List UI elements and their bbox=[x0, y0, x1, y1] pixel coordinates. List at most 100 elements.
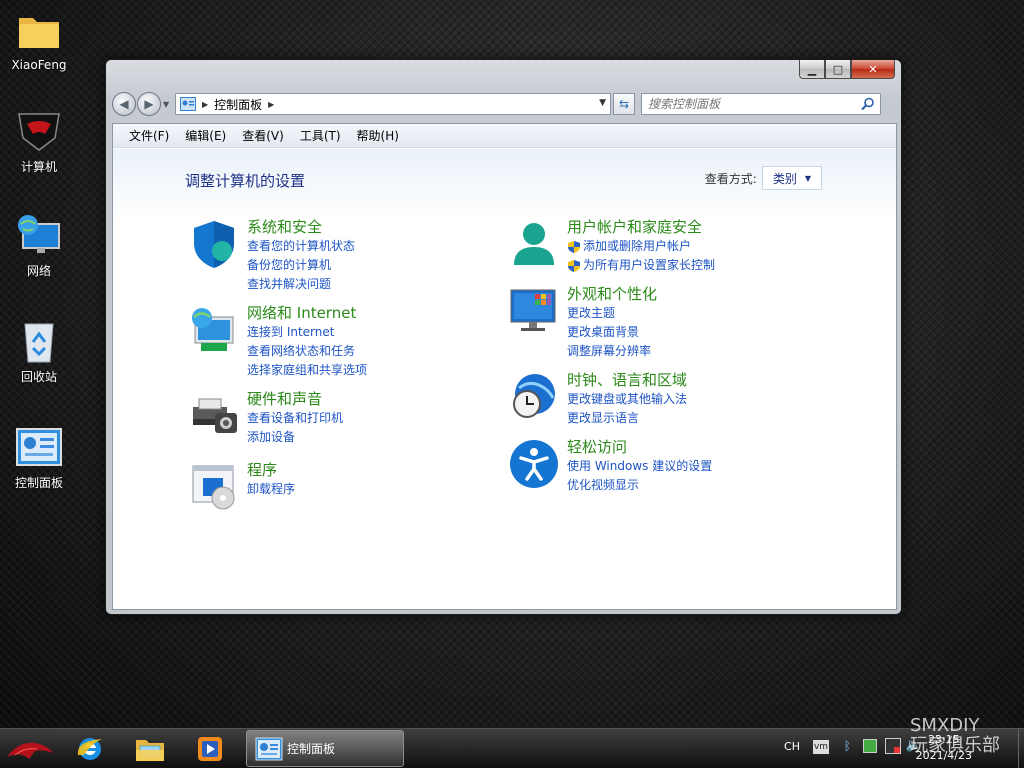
caption-buttons: ▁ □ ✕ bbox=[799, 60, 895, 79]
category-link[interactable]: 更改主题 bbox=[567, 304, 657, 323]
category-system-security: 系统和安全 查看您的计算机状态 备份您的计算机 查找并解决问题 bbox=[187, 217, 355, 294]
menu-view[interactable]: 查看(V) bbox=[242, 127, 284, 144]
category-link[interactable]: 添加或删除用户帐户 bbox=[567, 237, 715, 256]
view-by-control: 查看方式: 类别 ▼ bbox=[705, 166, 822, 190]
maximize-icon: □ bbox=[832, 62, 844, 76]
category-link[interactable]: 连接到 Internet bbox=[247, 323, 367, 342]
category-link[interactable]: 添加设备 bbox=[247, 428, 343, 447]
watermark-line2: 玩家俱乐部 bbox=[910, 735, 1000, 756]
category-link[interactable]: 使用 Windows 建议的设置 bbox=[567, 457, 712, 476]
menu-edit[interactable]: 编辑(E) bbox=[185, 127, 226, 144]
desktop-icon-computer[interactable]: 计算机 bbox=[4, 108, 74, 175]
category-title[interactable]: 时钟、语言和区域 bbox=[567, 370, 687, 390]
category-link[interactable]: 查看您的计算机状态 bbox=[247, 237, 355, 256]
breadcrumb-control-panel[interactable]: 控制面板 bbox=[214, 96, 262, 113]
security-center-icon[interactable] bbox=[863, 739, 877, 753]
category-link[interactable]: 调整屏幕分辨率 bbox=[567, 342, 657, 361]
desktop-icon-user-folder[interactable]: XiaoFeng bbox=[4, 8, 74, 72]
watermark: SMXDIY 玩家俱乐部 bbox=[910, 716, 1000, 756]
category-link[interactable]: 优化视频显示 bbox=[567, 476, 712, 495]
taskbar-control-panel-window[interactable]: 控制面板 bbox=[246, 730, 404, 767]
bluetooth-icon[interactable]: ᛒ bbox=[844, 739, 851, 753]
accessibility-icon[interactable] bbox=[507, 437, 561, 491]
refresh-button[interactable]: ⇆ bbox=[613, 93, 635, 115]
category-title[interactable]: 硬件和声音 bbox=[247, 389, 343, 409]
desktop-icon-network[interactable]: 网络 bbox=[4, 212, 74, 279]
category-link[interactable]: 为所有用户设置家长控制 bbox=[567, 256, 715, 275]
recent-pages-dropdown[interactable]: ▼ bbox=[163, 100, 173, 109]
internet-explorer-icon bbox=[77, 738, 102, 760]
category-title[interactable]: 程序 bbox=[247, 460, 295, 480]
back-button[interactable]: ◀ bbox=[112, 92, 136, 116]
minimize-button[interactable]: ▁ bbox=[799, 60, 825, 79]
category-link[interactable]: 更改键盘或其他输入法 bbox=[567, 390, 687, 409]
view-by-label: 查看方式: bbox=[704, 171, 757, 186]
back-arrow-icon: ◀ bbox=[119, 97, 129, 111]
category-link-text: 为所有用户设置家长控制 bbox=[583, 258, 716, 272]
control-panel-icon bbox=[15, 424, 63, 470]
taskbar-explorer[interactable] bbox=[128, 731, 172, 767]
vmware-tools-icon[interactable]: vm bbox=[813, 740, 829, 754]
breadcrumb-separator-icon[interactable]: ▶ bbox=[202, 100, 208, 109]
breadcrumb-separator-icon[interactable]: ▶ bbox=[268, 100, 274, 109]
search-icon[interactable] bbox=[861, 97, 875, 111]
menu-tools[interactable]: 工具(T) bbox=[300, 127, 341, 144]
network-status-icon[interactable] bbox=[885, 738, 901, 754]
desktop-icon-recycle-bin[interactable]: 回收站 bbox=[4, 318, 74, 385]
category-link[interactable]: 卸载程序 bbox=[247, 480, 295, 499]
user-icon[interactable] bbox=[507, 217, 561, 271]
menu-file[interactable]: 文件(F) bbox=[129, 127, 169, 144]
category-title[interactable]: 轻松访问 bbox=[567, 437, 712, 457]
start-button[interactable] bbox=[4, 731, 56, 767]
desktop-icon-label: 回收站 bbox=[20, 370, 57, 384]
clock-globe-icon[interactable] bbox=[507, 370, 561, 424]
view-by-dropdown[interactable]: 类别 ▼ bbox=[761, 166, 822, 190]
address-dropdown-icon[interactable]: ▼ bbox=[599, 98, 606, 108]
category-programs: 程序 卸载程序 bbox=[187, 460, 295, 514]
category-network-internet: 网络和 Internet 连接到 Internet 查看网络状态和任务 选择家庭… bbox=[187, 303, 367, 380]
page-title: 调整计算机的设置 bbox=[185, 172, 306, 190]
taskbar-ie[interactable] bbox=[68, 731, 112, 767]
shield-icon[interactable] bbox=[187, 217, 241, 271]
category-link[interactable]: 备份您的计算机 bbox=[247, 256, 355, 275]
control-panel-small-icon bbox=[180, 97, 196, 111]
menu-bar: 文件(F) 编辑(E) 查看(V) 工具(T) 帮助(H) bbox=[113, 124, 896, 148]
category-link[interactable]: 查看设备和打印机 bbox=[247, 409, 343, 428]
show-desktop-button[interactable] bbox=[1018, 729, 1024, 768]
monitor-palette-icon[interactable] bbox=[507, 284, 561, 338]
category-link[interactable]: 选择家庭组和共享选项 bbox=[247, 361, 367, 380]
forward-button[interactable]: ▶ bbox=[137, 92, 161, 116]
navigation-bar: ◀ ▶ ▼ ▶ 控制面板 ▶ ▼ ⇆ bbox=[112, 90, 895, 118]
taskbar-media-player[interactable] bbox=[188, 731, 232, 767]
uac-shield-icon bbox=[568, 240, 580, 253]
category-link[interactable]: 查看网络状态和任务 bbox=[247, 342, 367, 361]
category-link[interactable]: 更改显示语言 bbox=[567, 409, 687, 428]
category-title[interactable]: 外观和个性化 bbox=[567, 284, 657, 304]
category-link[interactable]: 查找并解决问题 bbox=[247, 275, 355, 294]
category-link[interactable]: 更改桌面背景 bbox=[567, 323, 657, 342]
control-panel-window: ▁ □ ✕ ◀ ▶ ▼ ▶ 控制面板 ▶ ▼ ⇆ 文件(F) 编辑(E) 查看(… bbox=[105, 59, 902, 615]
content-pane: 文件(F) 编辑(E) 查看(V) 工具(T) 帮助(H) 调整计算机的设置 查… bbox=[112, 123, 897, 610]
menu-help[interactable]: 帮助(H) bbox=[357, 127, 399, 144]
search-input[interactable] bbox=[648, 97, 858, 111]
address-bar[interactable]: ▶ 控制面板 ▶ ▼ bbox=[175, 93, 611, 115]
category-user-accounts: 用户帐户和家庭安全 添加或删除用户帐户 为所有用户设置家长控制 bbox=[507, 217, 715, 275]
network-icon bbox=[15, 212, 63, 258]
printer-icon[interactable] bbox=[187, 389, 241, 443]
category-link-text: 添加或删除用户帐户 bbox=[583, 239, 692, 253]
desktop-icon-control-panel[interactable]: 控制面板 bbox=[4, 424, 74, 491]
view-by-value: 类别 bbox=[772, 171, 797, 186]
file-explorer-icon bbox=[136, 740, 164, 761]
category-title[interactable]: 用户帐户和家庭安全 bbox=[567, 217, 715, 237]
language-indicator[interactable]: CH bbox=[784, 740, 800, 753]
category-title[interactable]: 网络和 Internet bbox=[247, 303, 367, 323]
maximize-button[interactable]: □ bbox=[825, 60, 851, 79]
close-button[interactable]: ✕ bbox=[851, 60, 895, 79]
search-box[interactable] bbox=[641, 93, 881, 115]
category-title[interactable]: 系统和安全 bbox=[247, 217, 355, 237]
uac-shield-icon bbox=[568, 259, 580, 272]
category-ease-of-access: 轻松访问 使用 Windows 建议的设置 优化视频显示 bbox=[507, 437, 712, 495]
programs-icon[interactable] bbox=[187, 460, 241, 514]
rog-logo-icon bbox=[7, 742, 53, 759]
network-globe-icon[interactable] bbox=[187, 303, 241, 357]
